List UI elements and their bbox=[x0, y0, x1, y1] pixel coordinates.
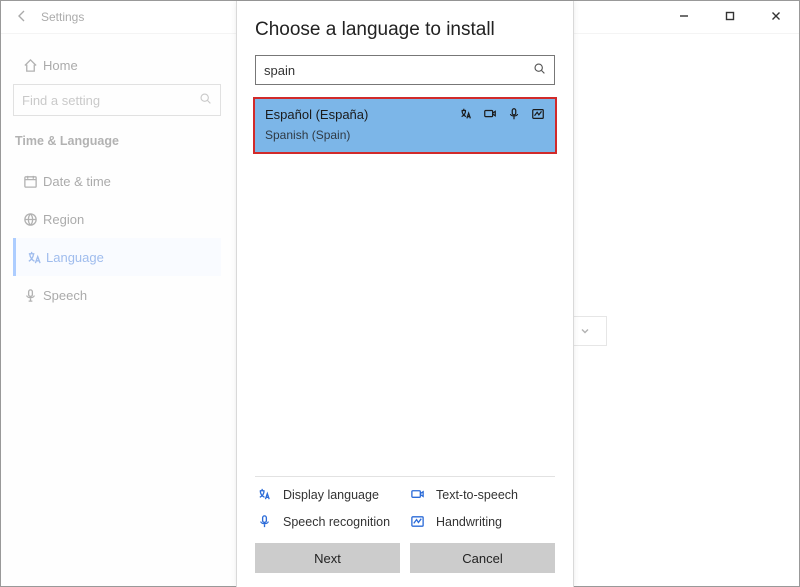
handwriting-icon bbox=[531, 107, 545, 121]
window-title: Settings bbox=[41, 10, 84, 24]
text-to-speech-icon bbox=[410, 487, 426, 502]
handwriting-icon bbox=[410, 514, 426, 529]
speech-recognition-icon bbox=[257, 514, 273, 529]
sidebar-item-language[interactable]: Language bbox=[13, 238, 221, 276]
sidebar-item-label: Language bbox=[46, 250, 104, 265]
language-icon bbox=[20, 250, 46, 265]
feature-legend: Display language Text-to-speech Speech r… bbox=[255, 487, 555, 529]
sidebar-search[interactable]: Find a setting bbox=[13, 84, 221, 116]
language-search-input[interactable]: spain bbox=[255, 55, 555, 85]
calendar-icon bbox=[17, 174, 43, 189]
text-to-speech-icon bbox=[483, 107, 497, 121]
cancel-button[interactable]: Cancel bbox=[410, 543, 555, 573]
sidebar-item-label: Speech bbox=[43, 288, 87, 303]
language-search-value: spain bbox=[264, 63, 295, 78]
sidebar-section-heading: Time & Language bbox=[15, 134, 219, 148]
minimize-button[interactable] bbox=[661, 1, 707, 31]
language-result-item[interactable]: Español (España) Spanish (Spain) bbox=[255, 99, 555, 152]
globe-icon bbox=[17, 212, 43, 227]
legend-speech-recognition: Speech recognition bbox=[257, 514, 400, 529]
sidebar-item-region[interactable]: Region bbox=[13, 200, 221, 238]
legend-label: Text-to-speech bbox=[436, 488, 518, 502]
legend-label: Speech recognition bbox=[283, 515, 390, 529]
close-button[interactable] bbox=[753, 1, 799, 31]
legend-label: Handwriting bbox=[436, 515, 502, 529]
sidebar-item-speech[interactable]: Speech bbox=[13, 276, 221, 314]
legend-text-to-speech: Text-to-speech bbox=[410, 487, 553, 502]
search-icon bbox=[533, 62, 546, 78]
legend-display-language: Display language bbox=[257, 487, 400, 502]
sidebar-item-label: Region bbox=[43, 212, 84, 227]
next-button[interactable]: Next bbox=[255, 543, 400, 573]
sidebar-home[interactable]: Home bbox=[13, 46, 221, 84]
home-icon bbox=[17, 58, 43, 73]
display-language-icon bbox=[257, 487, 273, 502]
legend-handwriting: Handwriting bbox=[410, 514, 553, 529]
search-icon bbox=[199, 92, 212, 108]
microphone-icon bbox=[17, 288, 43, 303]
language-english-name: Spanish (Spain) bbox=[265, 128, 545, 142]
display-language-icon bbox=[459, 107, 473, 121]
legend-label: Display language bbox=[283, 488, 379, 502]
speech-recognition-icon bbox=[507, 107, 521, 121]
sidebar: Home Find a setting Time & Language Date… bbox=[1, 34, 233, 586]
sidebar-home-label: Home bbox=[43, 58, 78, 73]
sidebar-item-label: Date & time bbox=[43, 174, 111, 189]
language-install-dialog: Choose a language to install spain Españ… bbox=[236, 1, 574, 587]
dialog-title: Choose a language to install bbox=[255, 19, 555, 41]
sidebar-search-placeholder: Find a setting bbox=[22, 93, 100, 108]
sidebar-item-date-time[interactable]: Date & time bbox=[13, 162, 221, 200]
back-button[interactable] bbox=[7, 9, 37, 26]
maximize-button[interactable] bbox=[707, 1, 753, 31]
